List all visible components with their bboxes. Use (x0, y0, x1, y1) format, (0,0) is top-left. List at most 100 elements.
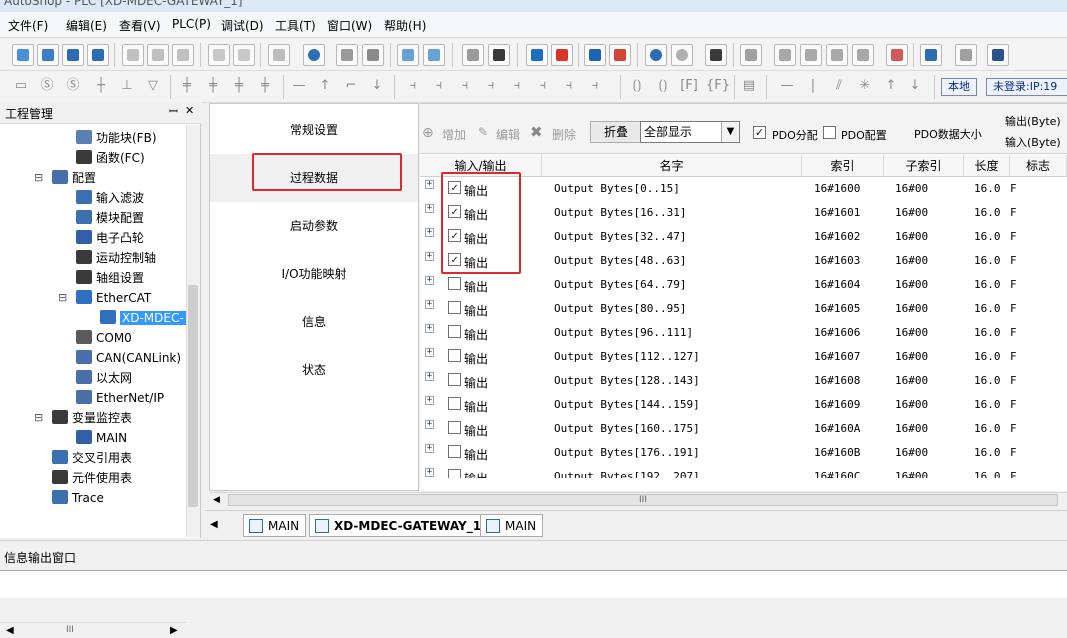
delete-vline-icon[interactable]: | (804, 75, 822, 97)
pdo-row-checkbox[interactable] (448, 445, 461, 458)
run-icon[interactable] (526, 44, 548, 66)
delete-x-icon[interactable]: ✖ (530, 123, 543, 141)
hline-icon[interactable]: — (290, 75, 308, 97)
pdo-row-checkbox[interactable] (448, 469, 461, 478)
scroll-right-arrow-icon[interactable]: ▶ (170, 625, 178, 636)
menu-file[interactable]: 文件(F) (8, 17, 48, 34)
plus-expand-icon[interactable]: + (425, 276, 434, 285)
tree-item[interactable]: COM0 (76, 328, 132, 348)
download-icon[interactable] (584, 44, 606, 66)
col-index[interactable]: 索引 (802, 155, 884, 177)
plus-expand-icon[interactable]: + (425, 396, 434, 405)
branch3-icon[interactable]: ╪ (230, 75, 248, 97)
line-up-icon[interactable]: ⌐ (342, 75, 360, 97)
edge-icon[interactable]: ✳ (856, 75, 874, 97)
pdo-row[interactable]: + 输出 Output Bytes[160..175] 16#160A 16#00 16.… (420, 418, 1067, 442)
rise-contact-icon[interactable]: ⫞ (456, 75, 474, 97)
parallel3-icon[interactable]: ⫞ (560, 75, 578, 97)
nav-general-settings[interactable]: 常规设置 (210, 106, 418, 154)
search-icon[interactable] (303, 44, 325, 66)
close-icon[interactable]: ✕ (185, 104, 194, 117)
tree-item[interactable]: EtherNet/IP (76, 388, 164, 408)
branch2-icon[interactable]: ╪ (204, 75, 222, 97)
parallel4-icon[interactable]: ⫞ (586, 75, 604, 97)
vline-icon[interactable]: ↑ (316, 75, 334, 97)
plus-expand-icon[interactable]: + (425, 204, 434, 213)
add-icon[interactable]: ⊕ (422, 125, 434, 141)
plus-expand-icon[interactable]: + (425, 444, 434, 453)
plus-expand-icon[interactable]: + (425, 252, 434, 261)
tree-item[interactable]: 函数(FC) (76, 148, 145, 168)
align-icon[interactable] (826, 44, 848, 66)
func-icon[interactable]: {F} (706, 75, 730, 97)
contact-icon[interactable]: ┼ (92, 75, 110, 97)
pdo-row[interactable]: + 输出 Output Bytes[112..127] 16#1607 16#00 16.… (420, 346, 1067, 370)
grid2-icon[interactable] (800, 44, 822, 66)
pdo-row[interactable]: + 输出 Output Bytes[128..143] 16#1608 16#00 16.… (420, 370, 1067, 394)
arrow-up-icon[interactable]: ↑ (882, 75, 900, 97)
pin-icon[interactable]: ꟷ (169, 104, 178, 119)
pdo-row-checkbox[interactable] (448, 397, 461, 410)
tree-item[interactable]: 功能块(FB) (76, 128, 157, 148)
pdo-row-checkbox[interactable] (448, 301, 461, 314)
set-coil-icon[interactable]: ⟮⟯ (654, 75, 672, 97)
plus-expand-icon[interactable]: + (425, 468, 434, 477)
pdo-row-checkbox[interactable] (448, 277, 461, 290)
tree-collapse-icon[interactable]: ⊟ (58, 288, 67, 308)
tree-item[interactable]: 输入滤波 (76, 188, 144, 208)
func-block-icon[interactable]: [F] (680, 75, 698, 97)
pdo-row[interactable]: + 输出 Output Bytes[64..79] 16#1604 16#00 16.0 F (420, 274, 1067, 298)
plus-expand-icon[interactable]: + (425, 324, 434, 333)
tree-item[interactable]: MAIN (76, 428, 127, 448)
menu-window[interactable]: 窗口(W) (327, 17, 372, 34)
coil-down-icon[interactable]: ⊥ (118, 75, 136, 97)
delete-button[interactable]: 删除 (552, 126, 576, 143)
compile-icon[interactable] (462, 44, 484, 66)
save-icon[interactable] (62, 44, 84, 66)
branch4-icon[interactable]: ╪ (256, 75, 274, 97)
col-subindex[interactable]: 子索引 (884, 155, 964, 177)
sfc-icon[interactable]: Ⓢ (38, 75, 56, 97)
pdo-row-checkbox[interactable] (448, 373, 461, 386)
edit-icon[interactable]: ✎ (478, 125, 488, 139)
tree-item[interactable]: ⊟ EtherCAT (58, 288, 151, 308)
tree-item[interactable]: CAN(CANLink) (76, 348, 181, 368)
tree-item[interactable]: 交叉引用表 (52, 448, 132, 468)
delete-hline-icon[interactable]: — (778, 75, 796, 97)
tree-item[interactable]: 运动控制轴 (76, 248, 156, 268)
tree-collapse-icon[interactable]: ⊟ (34, 168, 43, 188)
upload-icon[interactable] (609, 44, 631, 66)
pdo-row[interactable]: + 输出 Output Bytes[144..159] 16#1609 16#00 16.… (420, 394, 1067, 418)
compile-all-icon[interactable] (488, 44, 510, 66)
pdo-row[interactable]: + 输出 Output Bytes[96..111] 16#1606 16#00 16.0… (420, 322, 1067, 346)
new-file-icon[interactable] (12, 44, 34, 66)
grid-scroll-thumb[interactable]: III (228, 494, 1058, 506)
delete-icon[interactable] (268, 44, 290, 66)
grid-scroll-left-icon[interactable]: ◀ (213, 495, 220, 505)
copy-icon[interactable] (147, 44, 169, 66)
pdo-assign-checkbox[interactable]: ✓ (753, 126, 766, 139)
menu-debug[interactable]: 调试(D) (221, 17, 264, 34)
out-coil-icon[interactable]: ⟮⟯ (628, 75, 646, 97)
tree-item[interactable]: XD-MDEC- (100, 308, 186, 328)
menu-help[interactable]: 帮助(H) (384, 17, 426, 34)
tree-collapse-icon[interactable]: ⊟ (34, 408, 43, 428)
chevron-down-icon[interactable]: ▼ (721, 122, 739, 142)
tree-item[interactable]: 元件使用表 (52, 468, 132, 488)
monitor-stop-icon[interactable] (671, 44, 693, 66)
pdo-row-checkbox[interactable] (448, 349, 461, 362)
open-folder-icon[interactable] (37, 44, 59, 66)
ladder-icon[interactable]: ▭ (12, 75, 30, 97)
stop-icon[interactable] (551, 44, 573, 66)
plus-expand-icon[interactable]: + (425, 348, 434, 357)
menu-view[interactable]: 查看(V) (119, 17, 161, 34)
tab-main-1[interactable]: MAIN (243, 514, 307, 537)
pdo-row-checkbox[interactable] (448, 421, 461, 434)
scroll-left-arrow-icon[interactable]: ◀ (6, 625, 14, 636)
menu-edit[interactable]: 编辑(E) (66, 17, 107, 34)
plus-expand-icon[interactable]: + (425, 228, 434, 237)
monitor-icon[interactable] (645, 44, 667, 66)
window-cascade-icon[interactable] (397, 44, 419, 66)
print-preview-icon[interactable] (336, 44, 358, 66)
plus-expand-icon[interactable]: + (425, 372, 434, 381)
